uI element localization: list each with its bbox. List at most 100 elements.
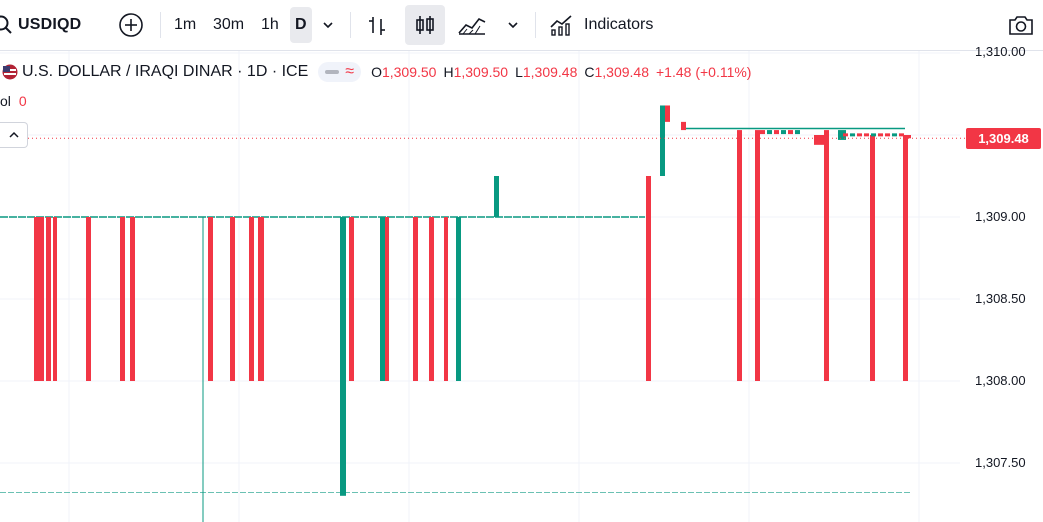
candle (456, 217, 461, 381)
symbol-label: USDIQD (18, 16, 82, 33)
last-price-badge: 1,309.48 (966, 128, 1041, 149)
candle (665, 105, 670, 122)
low-value: 1,309.48 (522, 64, 578, 80)
volume-value: 0 (18, 93, 27, 109)
search-icon (0, 15, 12, 34)
candle (340, 217, 346, 496)
high-value: 1,309.50 (453, 64, 509, 80)
chart-legend: U.S. DOLLAR / IRAQI DINAR · 1D · ICE ≈ O… (0, 58, 758, 86)
candle (892, 133, 897, 137)
candle (53, 217, 57, 381)
timeframe-1m[interactable]: 1m (169, 7, 201, 43)
candle (755, 130, 760, 381)
candle (788, 130, 793, 135)
compare-add-button[interactable] (111, 5, 151, 45)
candle (444, 217, 448, 381)
price-axis-label: 1,308.50 (975, 291, 1026, 306)
high-label: H (443, 64, 454, 80)
candle (646, 176, 651, 381)
candle (681, 121, 686, 131)
timeframe-30m[interactable]: 30m (208, 7, 249, 43)
candle (857, 133, 862, 137)
camera-icon (1009, 16, 1033, 35)
candle (230, 217, 235, 381)
chevron-up-icon (8, 131, 19, 138)
candle (871, 133, 876, 137)
volume-label: ol (0, 93, 11, 109)
candle (814, 135, 824, 145)
price-axis-label: 1,307.50 (975, 455, 1026, 470)
snapshot-button[interactable] (1001, 5, 1041, 45)
candle (39, 217, 44, 381)
toolbar-divider (350, 12, 351, 38)
open-value: 1,309.50 (381, 64, 437, 80)
chevron-down-icon (323, 22, 333, 29)
ohlc-values: O1,309.50 H1,309.50 L1,309.48 C1,309.48 +1.4… (371, 64, 758, 80)
minus-icon (325, 70, 340, 74)
candle (385, 217, 389, 381)
indicators-button[interactable]: Indicators (549, 0, 653, 50)
candle (850, 133, 855, 137)
candle (760, 130, 765, 135)
market-status-pill[interactable]: ≈ (318, 62, 362, 82)
candle (864, 133, 869, 137)
indicators-label: Indicators (584, 16, 654, 33)
indicators-icon (550, 15, 572, 36)
collapse-legend-button[interactable] (0, 122, 28, 148)
candle (46, 217, 51, 381)
candle (494, 176, 499, 217)
candle (130, 217, 135, 381)
candles-icon (416, 16, 434, 34)
candle (208, 217, 213, 381)
chart-type-dropdown[interactable] (505, 0, 521, 50)
close-value: 1,309.48 (594, 64, 650, 80)
candle (349, 217, 354, 381)
top-toolbar: USDIQD 1m 30m 1h D Indicators (0, 0, 1043, 51)
area-chart-type-button[interactable] (452, 5, 492, 45)
timeframe-dropdown[interactable] (320, 0, 336, 50)
timeframe-1h[interactable]: 1h (256, 7, 284, 43)
candle (781, 130, 786, 135)
candle (86, 217, 91, 381)
open-label: O (371, 64, 382, 80)
candles-chart-type-button[interactable] (405, 5, 445, 45)
candle (870, 135, 875, 381)
close-label: C (584, 64, 595, 80)
candle (795, 130, 800, 135)
chevron-down-icon (508, 22, 518, 29)
area-chart-icon (458, 17, 486, 35)
price-axis-label: 1,309.00 (975, 209, 1026, 224)
flag-icon (2, 64, 18, 80)
bar-chart-type-button[interactable] (357, 5, 397, 45)
candle (120, 217, 125, 381)
candle (774, 130, 779, 135)
change-value: +1.48 (+0.11%) (656, 64, 752, 80)
volume-legend: ol 0 (0, 93, 27, 109)
timeframe-d[interactable]: D (290, 7, 312, 43)
candle (429, 217, 434, 381)
candle (660, 105, 665, 176)
candle (249, 217, 254, 381)
low-label: L (515, 64, 523, 80)
candle (885, 133, 890, 137)
bars-icon (369, 17, 385, 35)
candle (903, 135, 908, 381)
symbol-description: U.S. DOLLAR / IRAQI DINAR · 1D · ICE (22, 63, 309, 80)
candle (413, 217, 418, 381)
symbol-search[interactable]: USDIQD (0, 0, 81, 50)
plus-circle-icon (119, 13, 143, 37)
price-axis-label: 1,310.00 (975, 44, 1026, 59)
candle (737, 130, 742, 381)
candle (899, 133, 904, 137)
price-chart[interactable] (0, 51, 1043, 522)
candle (258, 217, 264, 381)
wave-icon: ≈ (345, 63, 355, 80)
price-axis-label: 1,308.00 (975, 373, 1026, 388)
candle (767, 130, 772, 135)
toolbar-divider (535, 12, 536, 38)
candle (824, 130, 829, 381)
candle (843, 133, 848, 137)
candle (34, 217, 39, 381)
toolbar-divider (160, 12, 161, 38)
candle (878, 133, 883, 137)
